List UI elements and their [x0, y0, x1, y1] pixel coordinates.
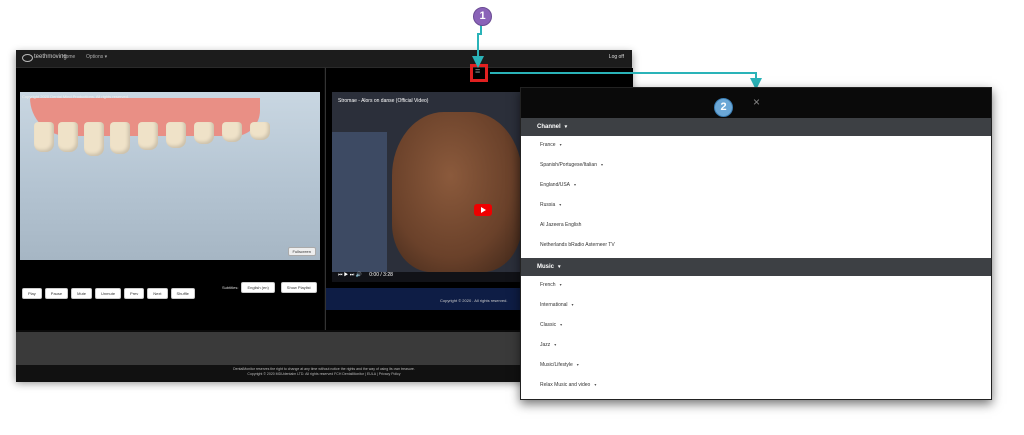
callout-badge-2: 2: [714, 98, 733, 117]
chevron-down-icon: ▾: [594, 382, 597, 387]
chevron-down-icon: ▾: [559, 142, 562, 147]
section-music-header[interactable]: Music ▾: [521, 258, 991, 276]
channel-item[interactable]: France ▾: [540, 142, 562, 148]
channel-item[interactable]: England/USA ▾: [540, 182, 576, 188]
section-channel-header[interactable]: Channel ▾: [521, 118, 991, 136]
chevron-down-icon: ▾: [559, 282, 562, 287]
chevron-down-icon: ▾: [576, 362, 579, 367]
section-channel-label: Channel: [537, 124, 561, 130]
section-music-label: Music: [537, 264, 555, 270]
chevron-down-icon: ▾: [574, 182, 577, 187]
music-item[interactable]: Jazz ▾: [540, 342, 556, 348]
chevron-down-icon: ▾: [560, 322, 563, 327]
channel-item[interactable]: Al Jazeera English: [540, 222, 581, 228]
chevron-down-icon: ▾: [559, 202, 562, 207]
music-item[interactable]: International ▾: [540, 302, 574, 308]
music-item[interactable]: Relax Music and video ▾: [540, 382, 596, 388]
panel-header: ×: [521, 88, 991, 118]
chevron-down-icon: ▾: [564, 124, 568, 130]
music-item[interactable]: Classic ▾: [540, 322, 562, 328]
channel-item[interactable]: Russia ▾: [540, 202, 561, 208]
music-item[interactable]: Music/Lifestyle ▾: [540, 362, 579, 368]
chevron-down-icon: ▾: [571, 302, 574, 307]
callout-badge-1: 1: [473, 7, 492, 26]
chevron-down-icon: ▾: [558, 264, 561, 270]
channel-item[interactable]: Spanish/Portugese/Italian ▾: [540, 162, 603, 168]
close-icon[interactable]: ×: [753, 95, 760, 109]
chevron-down-icon: ▾: [600, 162, 603, 167]
arrow-menu-to-panel: [490, 72, 762, 90]
channel-menu-panel: × Channel ▾ France ▾ Spanish/Portugese/Ita…: [520, 87, 992, 400]
arrow-1-to-menu: [472, 24, 484, 68]
music-item[interactable]: French ▾: [540, 282, 562, 288]
channel-item[interactable]: Netherlands bRadio Asterneer TV: [540, 242, 615, 248]
chevron-down-icon: ▾: [554, 342, 557, 347]
